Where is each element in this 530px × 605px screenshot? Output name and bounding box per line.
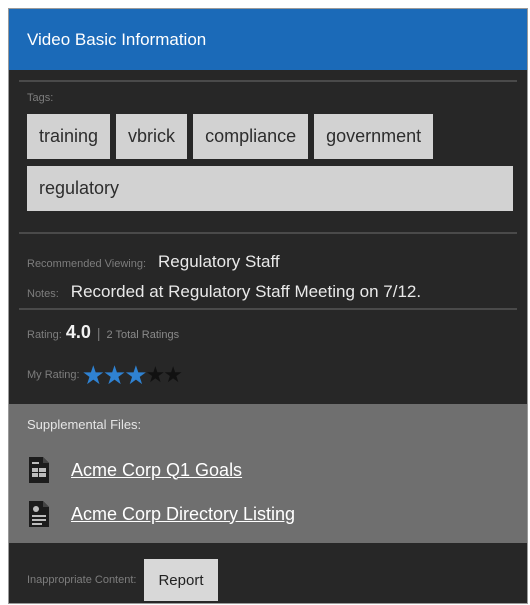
rating-label: Rating:: [27, 329, 62, 341]
tag-training[interactable]: training: [27, 114, 111, 159]
tags-section: Tags: training vbrick compliance governm…: [9, 70, 527, 232]
panel-title: Video Basic Information: [27, 29, 207, 49]
recommended-viewing-value: Regulatory Staff: [158, 252, 280, 271]
my-rating-stars[interactable]: ★ ★ ★ ★ ★: [82, 362, 183, 388]
divider: [19, 80, 517, 82]
file-row[interactable]: Acme Corp Directory Listing: [27, 492, 517, 536]
document-file-icon: [29, 501, 49, 527]
my-rating-row: My Rating: ★ ★ ★ ★ ★: [27, 358, 517, 392]
inappropriate-content-label: Inappropriate Content:: [27, 574, 137, 586]
rating-section: Rating: 4.0 | 2 Total Ratings My Rating:…: [9, 310, 527, 404]
spreadsheet-file-icon: [29, 457, 49, 483]
star-filled-icon[interactable]: ★: [124, 362, 147, 388]
notes-value: Recorded at Regulatory Staff Meeting on …: [70, 282, 422, 301]
my-rating-label: My Rating:: [27, 369, 80, 381]
rating-value: 4.0: [65, 322, 91, 342]
supplemental-files-section: Supplemental Files: Acme Corp Q1 Goals A…: [9, 404, 527, 543]
tags-label: Tags:: [27, 92, 54, 104]
tag-compliance[interactable]: compliance: [193, 114, 309, 159]
tag-vbrick[interactable]: vbrick: [116, 114, 188, 159]
panel-header: Video Basic Information: [9, 9, 527, 70]
total-ratings: 2 Total Ratings: [106, 329, 180, 341]
report-button[interactable]: Report: [144, 559, 218, 601]
star-empty-icon[interactable]: ★: [163, 362, 183, 388]
recommended-viewing-label: Recommended Viewing:: [27, 258, 147, 270]
rating-separator: |: [96, 325, 101, 341]
recommended-viewing-row: Recommended Viewing: Regulatory Staff: [27, 252, 517, 282]
rating-row: Rating: 4.0 | 2 Total Ratings: [27, 322, 517, 352]
tag-regulatory[interactable]: regulatory: [27, 166, 513, 211]
inappropriate-content-row: Inappropriate Content: Report: [9, 543, 527, 603]
supplemental-files-title: Supplemental Files:: [27, 417, 142, 432]
star-filled-icon[interactable]: ★: [103, 362, 126, 388]
notes-label: Notes:: [27, 288, 59, 300]
file-link-q1-goals[interactable]: Acme Corp Q1 Goals: [71, 460, 242, 481]
video-info-panel: Video Basic Information Tags: training v…: [8, 8, 528, 604]
tag-list: training vbrick compliance government re…: [27, 114, 517, 211]
file-row[interactable]: Acme Corp Q1 Goals: [27, 448, 517, 492]
star-filled-icon[interactable]: ★: [82, 362, 105, 388]
file-link-directory-listing[interactable]: Acme Corp Directory Listing: [71, 504, 295, 525]
info-section: Recommended Viewing: Regulatory Staff No…: [9, 234, 527, 308]
tag-government[interactable]: government: [314, 114, 434, 159]
